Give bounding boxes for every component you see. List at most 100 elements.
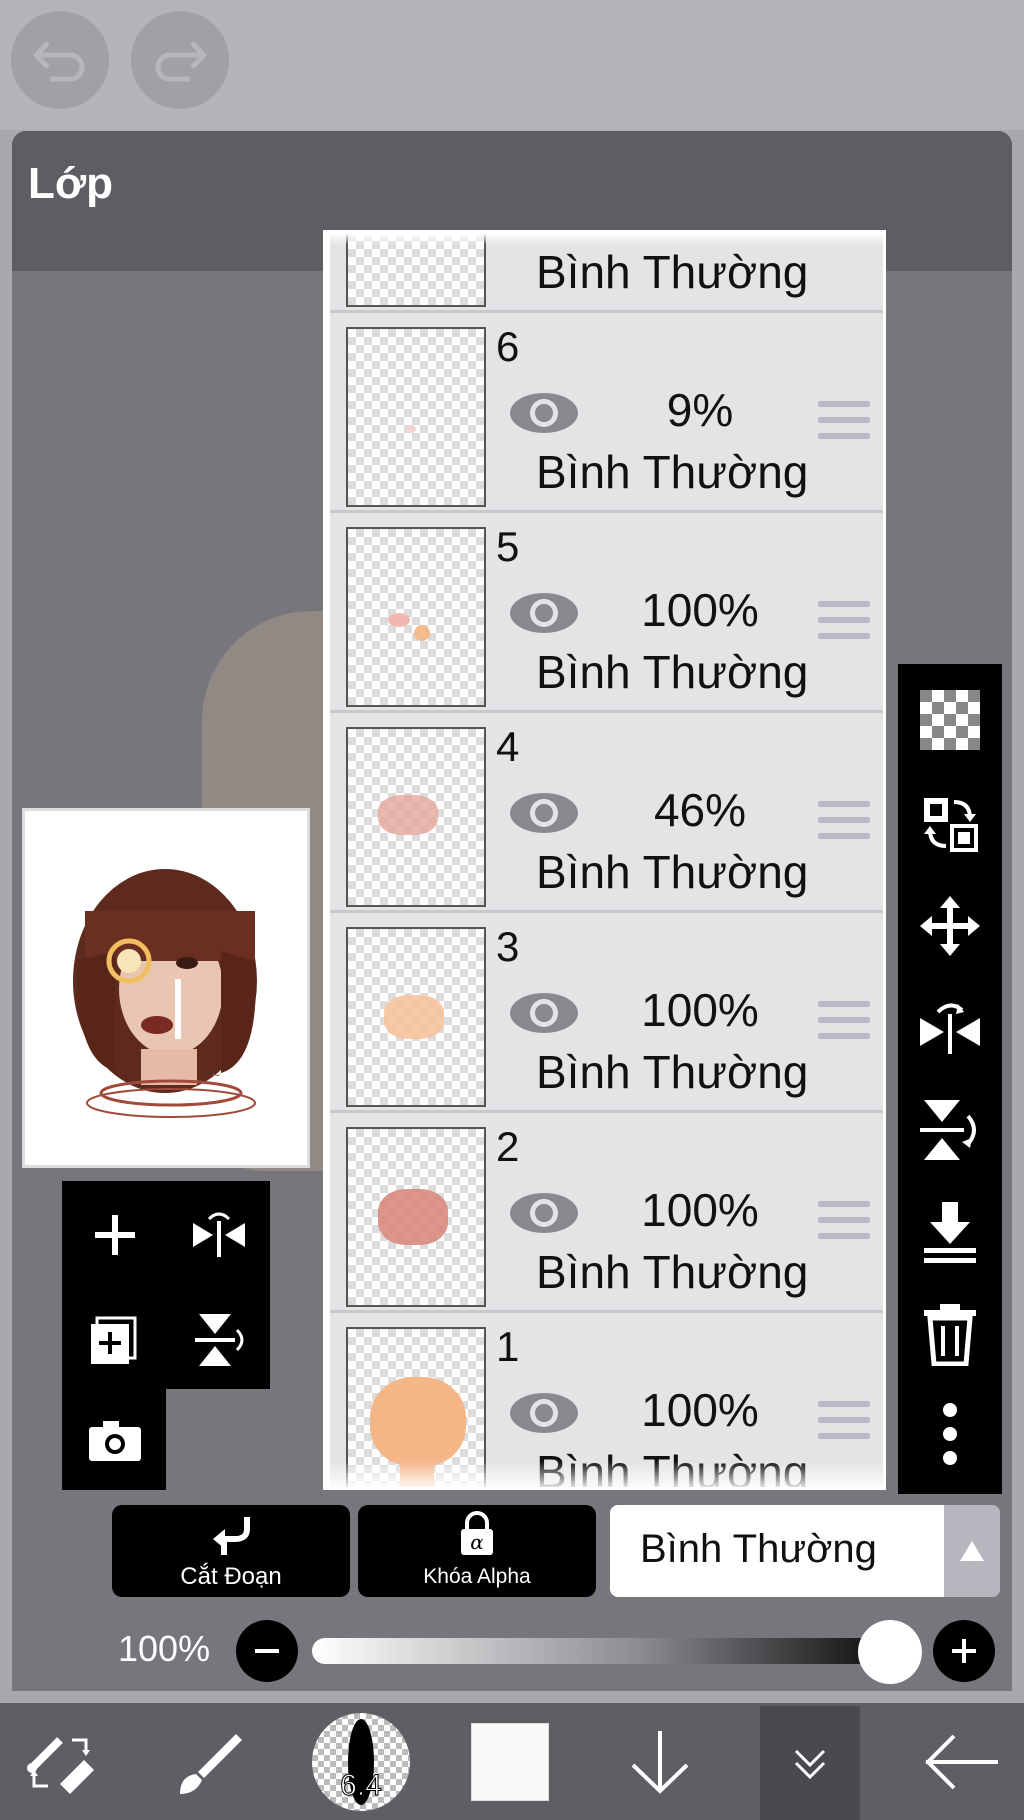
brush-preview: 6.4 <box>312 1712 410 1811</box>
triangle-up-icon <box>960 1541 984 1561</box>
visibility-eye-icon[interactable] <box>508 791 580 835</box>
arrow-left-icon <box>925 1734 998 1789</box>
move-button[interactable] <box>898 886 1002 966</box>
tool-switch-button[interactable] <box>10 1703 110 1820</box>
blend-mode-dropdown-button[interactable] <box>944 1505 1000 1597</box>
swap-layers-button[interactable] <box>898 784 1002 864</box>
svg-text:α: α <box>470 1530 484 1554</box>
layer-opacity: 100% <box>641 984 759 1036</box>
duplicate-icon <box>91 1316 137 1364</box>
redo-icon <box>155 41 208 82</box>
trash-icon <box>924 1304 976 1366</box>
camera-icon <box>89 1421 141 1461</box>
layer-row[interactable]: 2 100% Bình Thường <box>330 1113 883 1313</box>
visibility-eye-icon[interactable] <box>508 391 580 435</box>
layer-blend-mode: Bình Thường <box>536 1246 809 1298</box>
more-vertical-icon <box>943 1403 957 1465</box>
opacity-value: 100% <box>118 1628 211 1669</box>
alpha-lock-label: Khóa Alpha <box>423 1565 531 1588</box>
layer-row[interactable]: 5 100% Bình Thường <box>330 513 883 713</box>
bottom-toolbar: 6.4 <box>0 1703 1024 1820</box>
panel-title: Lớp <box>28 159 114 208</box>
layer-list[interactable]: Bình Thường 6 9% Bình Thường 5 100% Bình… <box>323 230 886 1490</box>
visibility-eye-icon[interactable] <box>508 591 580 635</box>
drag-handle-icon[interactable] <box>818 1001 870 1041</box>
back-button[interactable] <box>910 1703 1010 1820</box>
opacity-decrease-button[interactable] <box>236 1620 298 1682</box>
layer-row[interactable]: 3 100% Bình Thường <box>330 913 883 1113</box>
delete-layer-button[interactable] <box>898 1294 1002 1374</box>
transparent-fill-button[interactable] <box>898 680 1002 760</box>
top-bar <box>0 0 1024 130</box>
brush-size-value: 6.4 <box>340 1768 383 1802</box>
plus-icon <box>952 1639 976 1663</box>
flip-horizontal-icon <box>193 1212 245 1257</box>
alpha-lock-button[interactable]: α Khóa Alpha <box>358 1505 596 1597</box>
visibility-eye-icon[interactable] <box>508 1191 580 1235</box>
brush-size-button[interactable]: 6.4 <box>306 1703 416 1820</box>
layer-blend-mode: Bình Thường <box>536 1046 809 1098</box>
layer-thumbnail <box>346 527 486 707</box>
opacity-slider[interactable] <box>312 1638 912 1664</box>
clip-arrow-icon <box>213 1517 250 1555</box>
plus-icon <box>95 1215 135 1255</box>
layer-blend-mode: Bình Thường <box>536 246 809 298</box>
blend-mode-select[interactable]: Bình Thường <box>610 1505 1000 1597</box>
minus-icon <box>255 1649 279 1653</box>
add-layer-button[interactable] <box>80 1195 150 1275</box>
blend-mode-value: Bình Thường <box>640 1527 877 1571</box>
redo-button[interactable] <box>131 11 229 109</box>
flip-vertical-icon <box>195 1314 244 1366</box>
camera-button[interactable] <box>80 1400 150 1480</box>
layer-thumbnail <box>346 727 486 907</box>
scroll-fade-top <box>326 233 883 245</box>
drag-handle-icon[interactable] <box>818 801 870 841</box>
visibility-eye-icon[interactable] <box>508 991 580 1035</box>
merge-down-icon <box>924 1202 976 1263</box>
layer-number: 3 <box>496 923 520 970</box>
layer-number: 1 <box>496 1323 520 1370</box>
color-button[interactable] <box>460 1703 560 1820</box>
layer-row[interactable]: 4 46% Bình Thường <box>330 713 883 913</box>
flip-horizontal-layer-button[interactable] <box>898 988 1002 1068</box>
flip-vertical-icon <box>920 1100 976 1160</box>
swap-icon <box>924 798 978 852</box>
layer-number: 4 <box>496 723 520 770</box>
collapse-button[interactable] <box>760 1706 860 1820</box>
opacity-slider-handle[interactable] <box>858 1620 922 1684</box>
layer-blend-mode: Bình Thường <box>536 446 809 498</box>
double-chevron-down-icon <box>794 1749 826 1780</box>
duplicate-layer-button[interactable] <box>80 1300 150 1380</box>
undo-icon <box>32 41 85 82</box>
layer-number: 2 <box>496 1123 520 1170</box>
opacity-increase-button[interactable] <box>933 1620 995 1682</box>
visibility-eye-icon[interactable] <box>508 1391 580 1435</box>
layer-row[interactable]: 6 9% Bình Thường <box>330 313 883 513</box>
undo-button[interactable] <box>11 11 109 109</box>
flip-vertical-layer-button[interactable] <box>898 1090 1002 1170</box>
layer-down-button[interactable] <box>610 1703 710 1820</box>
layer-blend-mode: Bình Thường <box>536 846 809 898</box>
drag-handle-icon[interactable] <box>818 1201 870 1241</box>
flip-horizontal-button[interactable] <box>184 1195 254 1275</box>
arrow-down-icon <box>631 1730 689 1794</box>
layer-thumbnail <box>346 1127 486 1307</box>
flip-horizontal-icon <box>920 1003 980 1054</box>
brush-tool-button[interactable] <box>160 1703 260 1820</box>
drag-handle-icon[interactable] <box>818 1401 870 1441</box>
checkerboard-icon <box>920 690 980 750</box>
clipping-label: Cắt Đoạn <box>180 1563 282 1590</box>
move-icon <box>920 896 980 956</box>
layer-opacity: 100% <box>641 584 759 636</box>
flip-vertical-button[interactable] <box>184 1300 254 1380</box>
layer-number: 6 <box>496 323 520 370</box>
layer-thumbnail <box>346 327 486 507</box>
merge-down-button[interactable] <box>898 1192 1002 1272</box>
layer-blend-mode: Bình Thường <box>536 646 809 698</box>
layer-opacity: 9% <box>666 384 734 436</box>
more-options-button[interactable] <box>898 1394 1002 1474</box>
canvas-preview[interactable]: ~ <box>22 808 310 1168</box>
drag-handle-icon[interactable] <box>818 401 870 441</box>
clipping-button[interactable]: Cắt Đoạn <box>112 1505 350 1597</box>
drag-handle-icon[interactable] <box>818 601 870 641</box>
